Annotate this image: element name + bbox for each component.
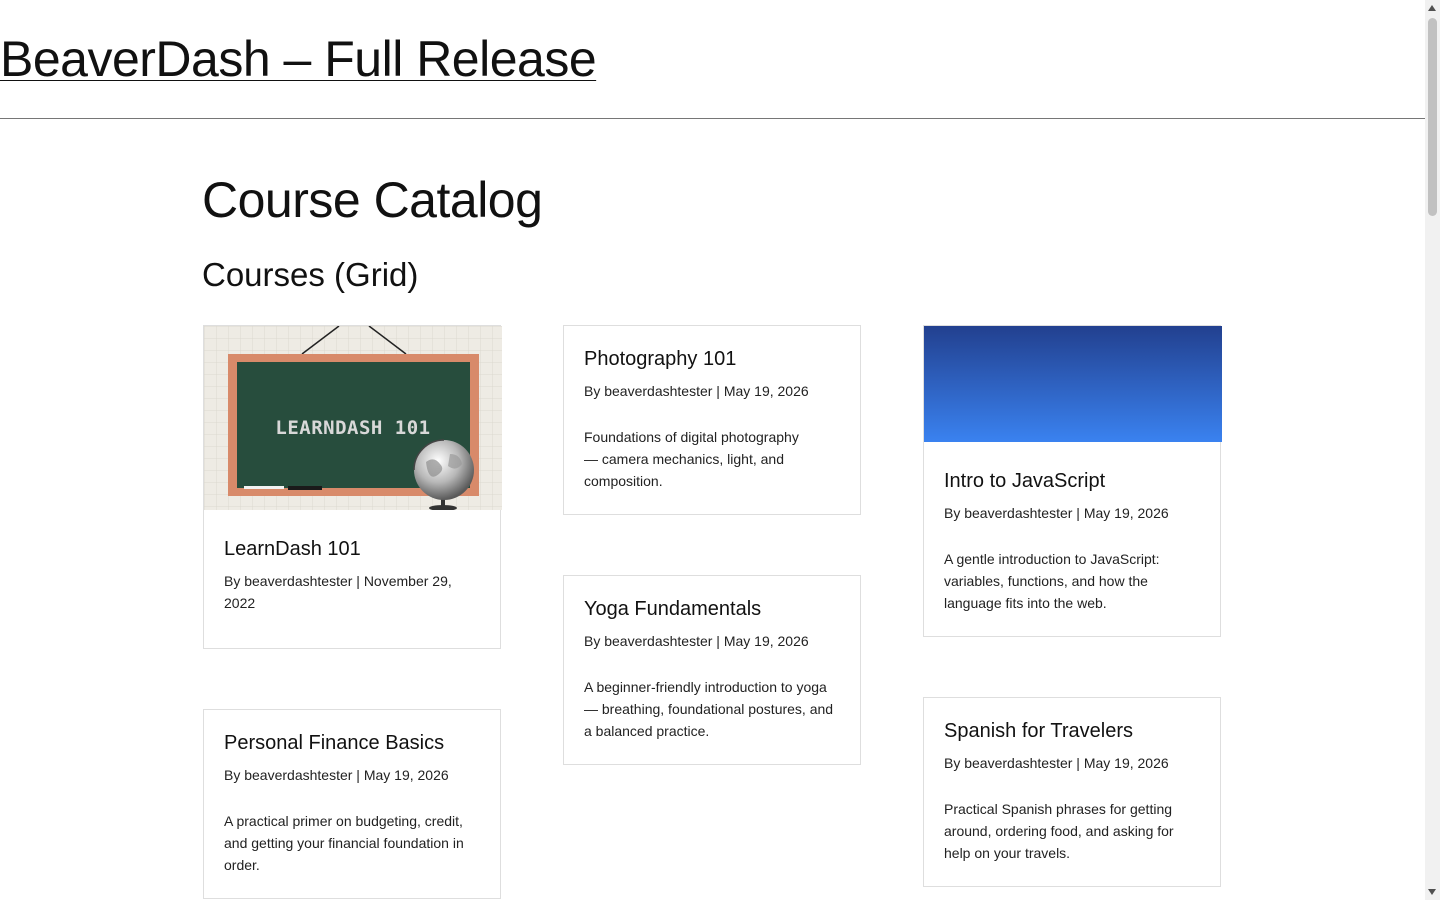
course-card-spanish-for-travelers: Spanish for Travelers By beaverdashteste…: [923, 697, 1221, 887]
course-meta: By beaverdashtester | May 19, 2026: [224, 767, 449, 783]
section-title: Courses (Grid): [202, 256, 419, 293]
course-meta: By beaverdashtester | May 19, 2026: [944, 505, 1169, 521]
course-title-link[interactable]: Yoga Fundamentals: [584, 596, 840, 622]
scrollbar-thumb[interactable]: [1428, 18, 1437, 216]
course-card-yoga-fundamentals: Yoga Fundamentals By beaverdashtester | …: [563, 575, 861, 765]
course-meta: By beaverdashtester | November 29, 2022: [224, 573, 452, 611]
course-title-link[interactable]: Photography 101: [584, 346, 840, 372]
course-meta: By beaverdashtester | May 19, 2026: [944, 755, 1169, 771]
site-header: BeaverDash – Full Release: [0, 0, 1425, 119]
course-description: A practical primer on budgeting, credit,…: [224, 813, 464, 873]
thumbnail-chalk-text: LEARNDASH 101: [275, 417, 430, 439]
scroll-up-arrow-icon[interactable]: [1428, 5, 1436, 11]
course-title-link[interactable]: Intro to JavaScript: [944, 468, 1200, 494]
scroll-down-arrow-icon[interactable]: [1428, 889, 1436, 895]
course-card-photography-101: Photography 101 By beaverdashtester | Ma…: [563, 325, 861, 515]
page: BeaverDash – Full Release Course Catalog…: [0, 0, 1425, 900]
course-thumbnail-gradient[interactable]: [924, 326, 1222, 442]
course-description: Practical Spanish phrases for getting ar…: [944, 801, 1174, 861]
course-meta: By beaverdashtester | May 19, 2026: [584, 383, 809, 399]
course-card-intro-to-javascript: Intro to JavaScript By beaverdashtester …: [923, 325, 1222, 637]
course-card-learndash-101: LEARNDASH 101 LearnDash 101 By beaverdas…: [203, 325, 502, 649]
course-meta: By beaverdashtester | May 19, 2026: [584, 633, 809, 649]
course-description: A gentle introduction to JavaScript: var…: [944, 551, 1160, 611]
course-title-link[interactable]: LearnDash 101: [224, 536, 480, 562]
course-title-link[interactable]: Spanish for Travelers: [944, 718, 1200, 744]
course-description: Foundations of digital photography — cam…: [584, 429, 799, 489]
course-title-link[interactable]: Personal Finance Basics: [224, 730, 480, 756]
site-title-link[interactable]: BeaverDash – Full Release: [0, 30, 597, 88]
course-thumbnail-chalkboard[interactable]: LEARNDASH 101: [204, 326, 502, 510]
course-card-personal-finance-basics: Personal Finance Basics By beaverdashtes…: [203, 709, 501, 899]
course-description: A beginner-friendly introduction to yoga…: [584, 679, 834, 739]
page-title: Course Catalog: [202, 172, 543, 228]
vertical-scrollbar[interactable]: [1425, 0, 1440, 900]
